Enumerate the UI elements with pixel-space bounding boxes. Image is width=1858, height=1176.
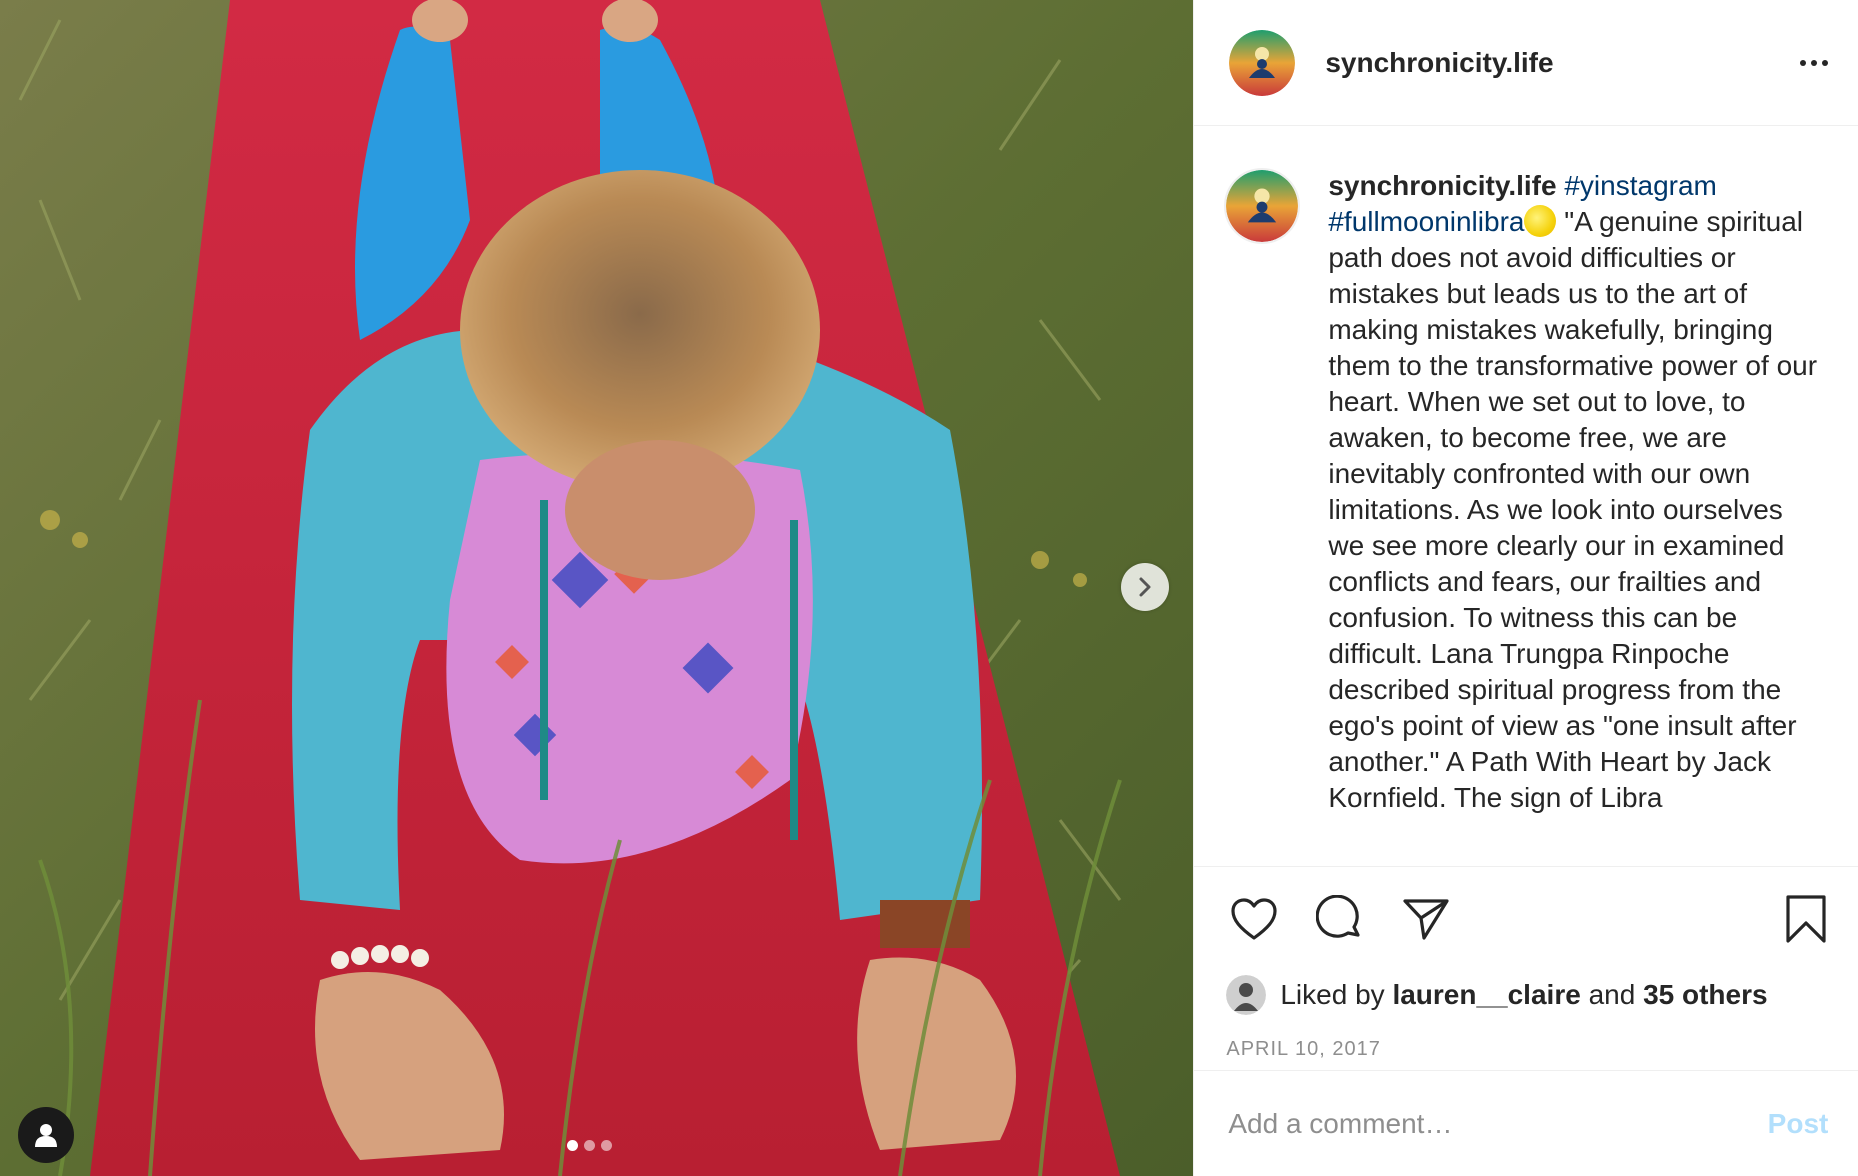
meditation-logo-icon [1229,29,1296,96]
account-username[interactable]: synchronicity.life [1325,47,1800,79]
caption-text: "A genuine spiritual path does not avoid… [1328,206,1818,813]
carousel-dot-3 [601,1140,612,1151]
save-button[interactable] [1778,891,1834,947]
action-bar [1194,866,1858,970]
post-photo [0,0,1194,1176]
comment-input[interactable] [1226,1106,1768,1141]
more-dot-icon [1811,59,1817,66]
instagram-post: synchronicity.life synchronicity.life #y… [0,0,1858,1176]
post-side-panel: synchronicity.life synchronicity.life #y… [1193,0,1858,1176]
post-caption: synchronicity.life #yinstagram #fullmoon… [1328,168,1818,816]
post-media[interactable] [0,0,1194,1176]
post-header: synchronicity.life [1194,0,1858,126]
liker-username[interactable]: lauren__claire [1392,979,1580,1011]
next-slide-button[interactable] [1121,563,1169,611]
like-button[interactable] [1226,891,1282,947]
tagged-users-button[interactable] [18,1107,74,1163]
meditation-logo-icon [1226,170,1299,242]
caption-username[interactable]: synchronicity.life [1328,170,1556,201]
more-options-button[interactable] [1800,50,1828,76]
comment-bubble-icon [1316,894,1360,938]
carousel-indicator [567,1140,612,1151]
likes-joiner: and [1588,979,1636,1010]
share-button[interactable] [1398,891,1454,947]
user-icon [35,1124,57,1147]
carousel-dot-1 [567,1140,578,1151]
more-dot-icon [1822,59,1828,66]
chevron-right-icon [1139,577,1151,597]
full-moon-emoji-icon [1524,205,1557,237]
post-comment-button[interactable]: Post [1768,1108,1829,1140]
carousel-dot-2 [584,1140,595,1151]
hashtag-link[interactable]: #yinstagram [1564,170,1717,201]
likes-prefix: Liked by [1280,979,1385,1010]
comment-form: Post [1194,1070,1858,1176]
more-dot-icon [1800,59,1806,66]
person-photo-icon [1226,975,1267,1015]
heart-icon [1231,897,1277,940]
paper-plane-icon [1403,898,1449,940]
caption-section: synchronicity.life #yinstagram #fullmoon… [1194,126,1858,866]
post-date[interactable]: APRIL 10, 2017 [1194,1038,1858,1064]
likes-summary: Liked by lauren__claire and 35 others [1194,970,1858,1020]
likes-others-link[interactable]: 35 others [1643,979,1768,1011]
account-avatar[interactable] [1229,29,1296,96]
comment-button[interactable] [1312,891,1368,947]
bookmark-icon [1786,894,1826,943]
caption-avatar[interactable] [1224,168,1301,244]
hashtag-link[interactable]: #fullmooninlibra [1328,206,1524,237]
liker-avatar[interactable] [1226,975,1267,1015]
